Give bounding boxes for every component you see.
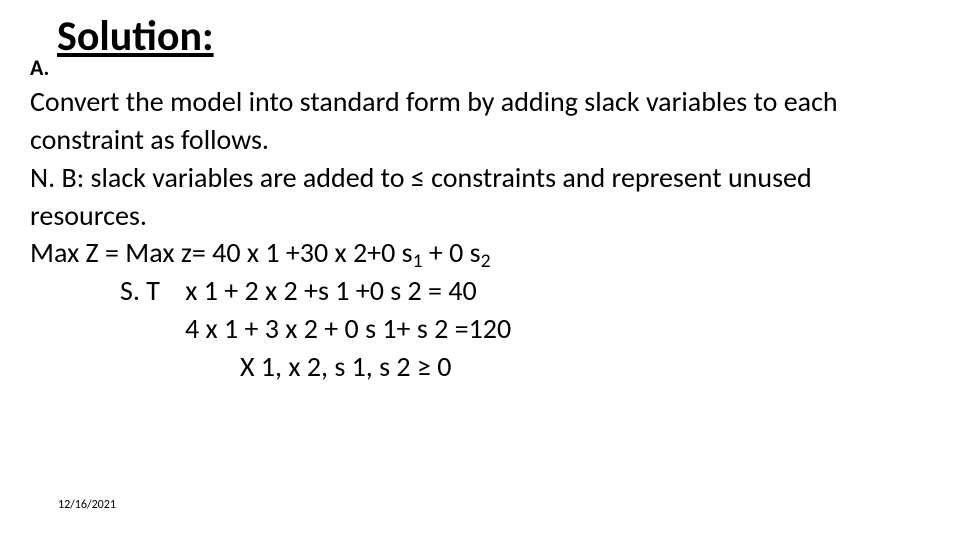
objective-line: Max Z = Max z= 40 x 1 +30 x 2+0 s1 + 0 s… <box>30 234 930 272</box>
maxz-prefix: Max Z = Max z= 40 x 1 +30 x 2+0 s <box>30 235 413 270</box>
maxz-mid: + 0 s <box>423 235 481 270</box>
st-label: S. T <box>120 273 160 308</box>
sub-2: 2 <box>481 248 491 274</box>
nonneg-line: X 1, x 2, s 1, s 2 ≥ 0 <box>30 348 930 386</box>
body-text: Convert the model into standard form by … <box>30 83 930 385</box>
body-line-1: Convert the model into standard form by … <box>30 83 930 159</box>
constraint-1: x 1 + 2 x 2 +s 1 +0 s 2 = 40 <box>185 273 476 308</box>
body-line-2: N. B: slack variables are added to ≤ con… <box>30 159 930 235</box>
footer-date: 12/16/2021 <box>58 498 116 512</box>
slide: Solution: A. Convert the model into stan… <box>0 0 960 540</box>
st-line-1: S. T x 1 + 2 x 2 +s 1 +0 s 2 = 40 <box>30 272 930 310</box>
constraint-2: 4 x 1 + 3 x 2 + 0 s 1+ s 2 =120 <box>30 310 930 348</box>
sub-1: 1 <box>413 248 423 274</box>
